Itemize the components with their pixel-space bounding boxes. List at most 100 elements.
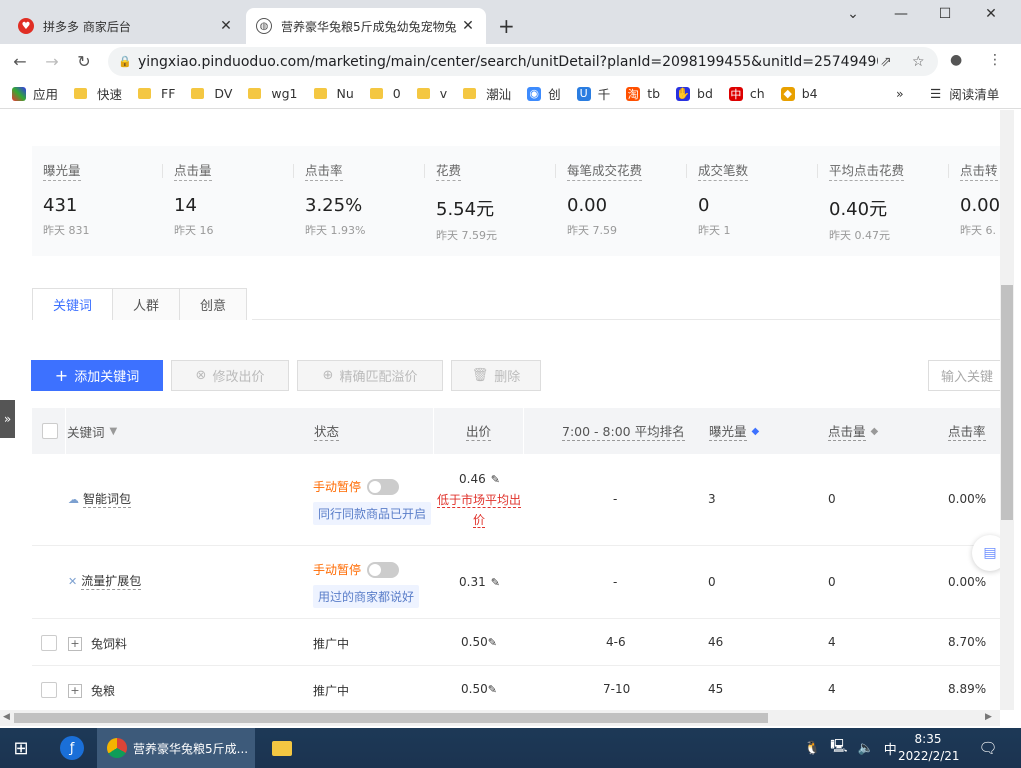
bookmark-label: 创 (548, 87, 561, 102)
header-impressions[interactable]: 曝光量 ◆ (709, 408, 759, 454)
edit-icon[interactable]: ✎ (491, 576, 500, 589)
bookmark-link[interactable]: ✋ bd (676, 86, 713, 101)
app-launcher-icon[interactable]: ƒ (52, 728, 92, 768)
scroll-left-icon[interactable]: ◀ (3, 712, 10, 722)
folder-icon (191, 88, 205, 99)
bookmark-folder[interactable]: DV (191, 86, 232, 101)
side-expand-tab[interactable]: » (0, 400, 15, 438)
stat-yesterday: 昨天 7.59元 (436, 229, 497, 242)
expand-plus-icon[interactable]: + (68, 683, 82, 698)
bookmark-folder[interactable]: FF (138, 86, 175, 101)
share-icon[interactable]: ⇗ (880, 54, 892, 70)
bookmark-link[interactable]: 淘 tb (626, 86, 660, 101)
bookmark-apps[interactable]: 应用 (12, 84, 58, 103)
window-close-icon[interactable]: ✕ (976, 6, 1006, 22)
bookmark-folder[interactable]: 快速 (74, 84, 122, 103)
bookmark-label: bd (697, 86, 713, 101)
file-explorer-icon[interactable] (265, 728, 299, 768)
menu-kebab-icon[interactable]: ⋮ (988, 52, 1002, 68)
bookmark-link[interactable]: 中 ch (728, 86, 765, 101)
scrollbar-thumb[interactable] (14, 713, 768, 723)
sort-icon[interactable]: ◆ (871, 426, 879, 437)
bookmarks-overflow-icon[interactable]: » (896, 86, 904, 101)
browser-tab-pdd[interactable]: ♥ 拼多多 商家后台 ✕ (8, 8, 244, 44)
ime-indicator[interactable]: 中 (884, 739, 897, 758)
forward-icon[interactable]: → (36, 52, 68, 71)
modify-bid-button[interactable]: ⊗ 修改出价 (171, 360, 289, 391)
address-bar[interactable]: 🔒 yingxiao.pinduoduo.com/marketing/main/… (108, 47, 938, 76)
qq-icon[interactable]: 🐧 (804, 741, 820, 756)
reload-icon[interactable]: ↻ (68, 52, 100, 71)
browser-tab-active[interactable]: ◍ 营养豪华兔粮5斤成兔幼兔宠物兔 ✕ (246, 8, 486, 44)
close-tab-icon[interactable]: ✕ (460, 18, 476, 34)
plus-icon: + (54, 366, 69, 385)
windows-start-icon[interactable]: ⊞ (0, 728, 42, 768)
close-tab-icon[interactable]: ✕ (218, 18, 234, 34)
table-row: ☁ 智能词包 手动暂停 同行同款商品已开启 0.46 ✎ 低于市场平均出价 - 3 … (32, 454, 1000, 546)
status-toggle[interactable] (367, 478, 400, 495)
header-status: 状态 (314, 408, 340, 454)
bookmark-folder[interactable]: v (416, 86, 447, 101)
clock[interactable]: 8:35 2022/2/21 (898, 731, 960, 765)
status-toggle[interactable] (367, 561, 400, 578)
tab-title: 拼多多 商家后台 (43, 19, 131, 34)
bookmarks-bar: 应用 快速 FF DV wg1 Nu 0 v 潮汕 ◉ 创 U千 淘 tb ✋ bd … (0, 79, 1021, 109)
delete-button[interactable]: 🗑 删除 (451, 360, 541, 391)
profile-avatar-icon[interactable]: ● (950, 52, 962, 68)
stat-value: 0.00 (960, 195, 1000, 216)
tab-search-icon[interactable]: ⌄ (838, 6, 868, 22)
bookmark-folder[interactable]: 0 (369, 86, 401, 101)
sort-icon[interactable]: ◆ (752, 426, 760, 437)
stat-clicks: 点击量 14 昨天 16 (174, 160, 294, 238)
bookmark-link[interactable]: ◉ 创 (527, 84, 561, 103)
notification-icon[interactable]: 🗨 (976, 728, 1000, 768)
scrollbar-thumb[interactable] (1001, 285, 1013, 520)
reading-list[interactable]: ☰ 阅读清单 (930, 84, 999, 103)
header-keyword[interactable]: 关键词 ▼ (67, 408, 117, 454)
bookmark-folder[interactable]: Nu (313, 86, 354, 101)
taskbar-chrome-window[interactable]: 营养豪华兔粮5斤成... (97, 728, 255, 768)
keyword-text[interactable]: 流量扩展包 (81, 572, 142, 590)
keyword-text[interactable]: 智能词包 (83, 490, 132, 508)
star-icon[interactable]: ☆ (912, 54, 925, 70)
row-checkbox[interactable] (41, 635, 57, 651)
stat-value: 5.54元 (436, 199, 495, 220)
new-tab-button[interactable]: + (498, 14, 515, 38)
header-clicks[interactable]: 点击量 ◆ (828, 408, 878, 454)
qianniu-icon: U (576, 86, 591, 101)
network-icon[interactable]: 🖳 (830, 737, 847, 759)
edit-icon[interactable]: ✎ (488, 636, 497, 649)
select-all-checkbox[interactable] (42, 408, 58, 454)
vertical-scrollbar[interactable] (1000, 110, 1014, 710)
edit-icon[interactable]: ✎ (491, 473, 500, 486)
tab-audience[interactable]: 人群 (112, 288, 181, 320)
tab-creative[interactable]: 创意 (179, 288, 248, 320)
edit-icon[interactable]: ✎ (488, 683, 497, 696)
header-bid: 出价 (466, 408, 492, 454)
filter-icon[interactable]: ▼ (110, 426, 118, 437)
back-icon[interactable]: ← (4, 52, 36, 71)
impressions-cell: 46 (708, 635, 724, 649)
stat-label: 点击量 (174, 160, 212, 181)
bookmark-label: ch (749, 86, 765, 101)
horizontal-scrollbar[interactable]: ◀ ▶ (0, 710, 1000, 726)
add-keyword-button[interactable]: + 添加关键词 (31, 360, 163, 391)
expand-plus-icon[interactable]: + (68, 636, 82, 651)
scroll-right-icon[interactable]: ▶ (985, 712, 992, 722)
keyword-search-input[interactable]: 输入关键 (928, 360, 1000, 391)
volume-icon[interactable]: 🔈 (858, 741, 874, 756)
minimize-icon[interactable]: — (886, 6, 916, 22)
header-rank: 7:00 - 8:00 平均排名 (562, 408, 685, 454)
bid-cell: 0.46 ✎ (459, 472, 500, 486)
bookmark-link[interactable]: ◆ b4 (780, 86, 818, 101)
header-ctr[interactable]: 点击率 (948, 408, 986, 454)
tab-keywords[interactable]: 关键词 (32, 288, 114, 320)
bookmark-link[interactable]: U千 (576, 84, 610, 103)
row-checkbox[interactable] (41, 682, 57, 698)
maximize-icon[interactable]: ☐ (930, 6, 960, 22)
stat-value: 0.00 (567, 195, 608, 216)
bookmark-folder[interactable]: wg1 (248, 86, 298, 101)
bookmark-folder[interactable]: 潮汕 (463, 84, 511, 103)
folder-icon (138, 88, 152, 99)
precise-match-button[interactable]: ⊕ 精确匹配溢价 (297, 360, 443, 391)
